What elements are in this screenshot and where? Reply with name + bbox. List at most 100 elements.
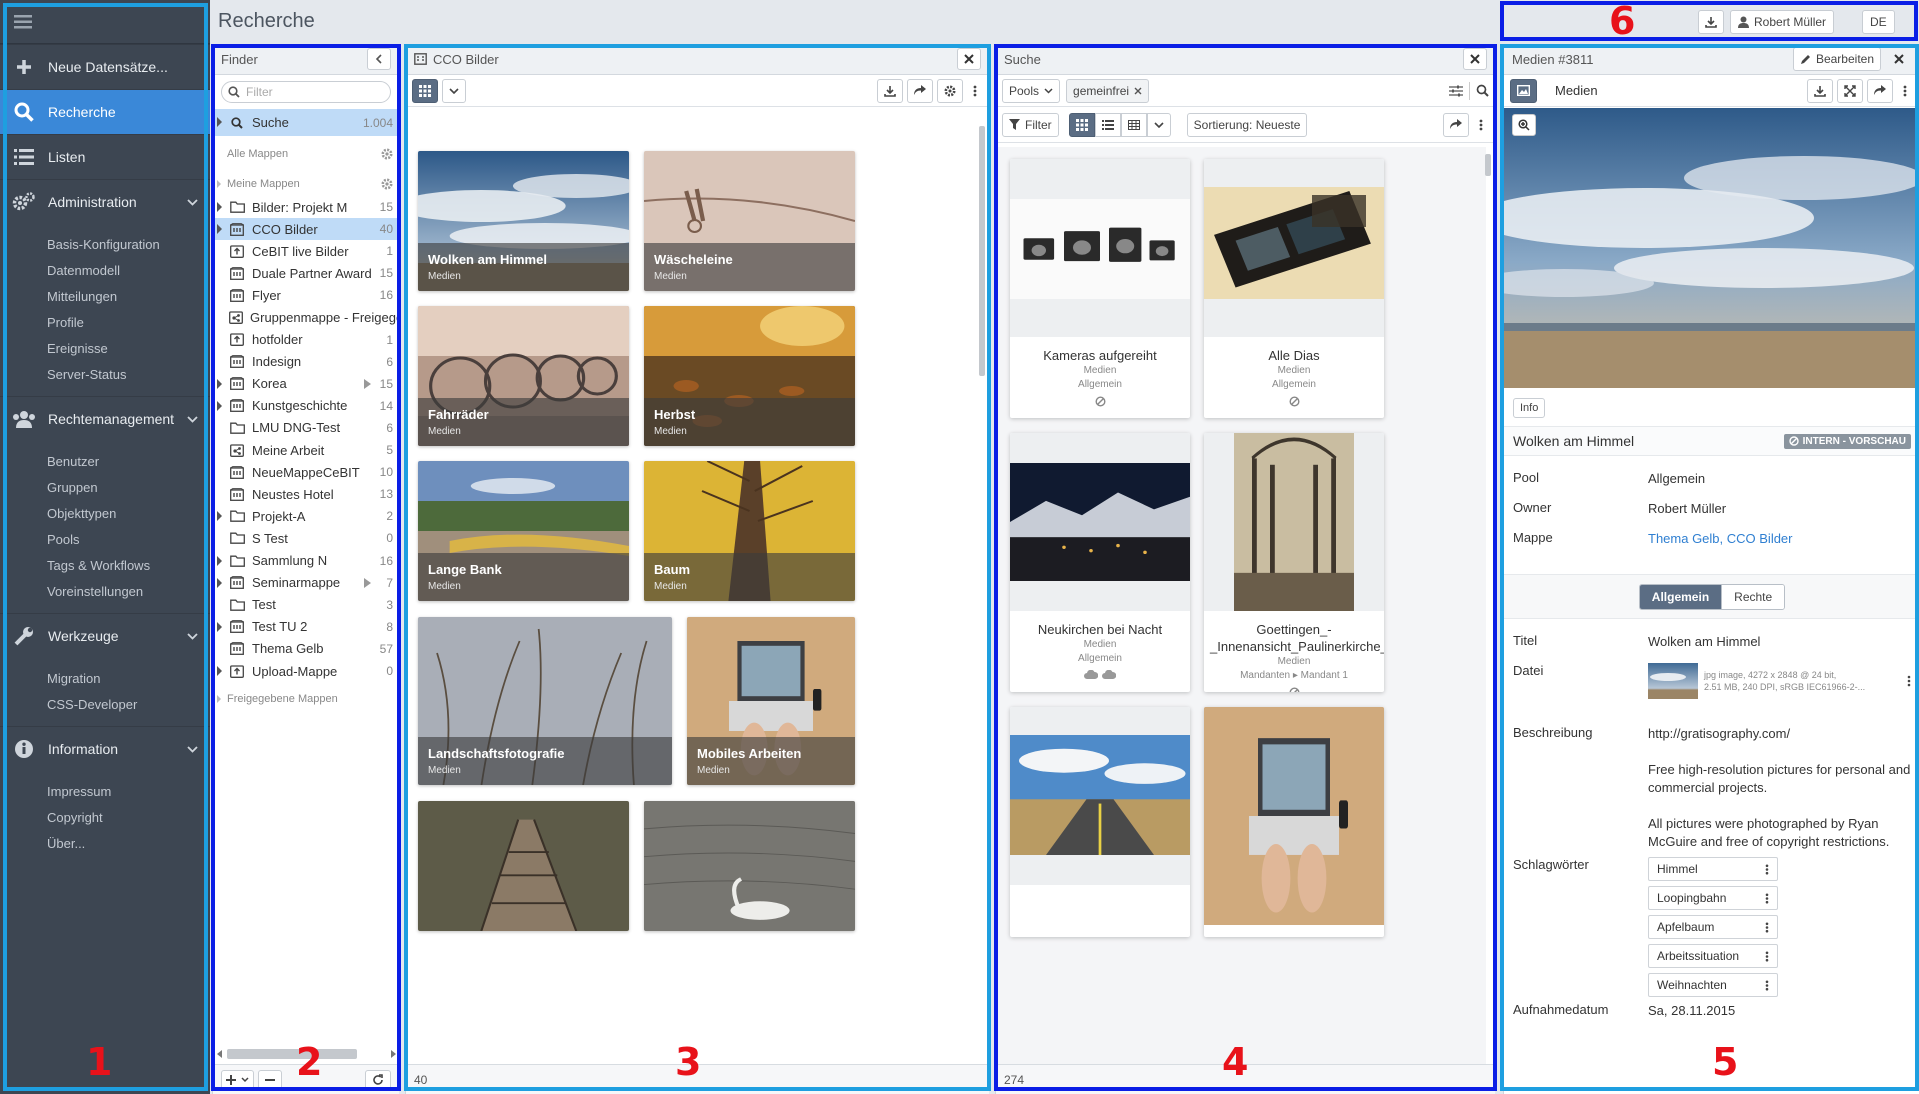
collection-tile[interactable]: Mobiles Arbeiten Medien bbox=[687, 617, 855, 785]
search-result-card[interactable]: Goettingen_-_Innenansicht_Paulinerkirche… bbox=[1204, 433, 1384, 692]
nav-subitem[interactable]: Copyright bbox=[0, 805, 210, 831]
finder-folder-row[interactable]: Seminarmappe 7 bbox=[213, 572, 399, 594]
nav-item-information[interactable]: Information bbox=[0, 726, 210, 771]
refresh-button[interactable] bbox=[365, 1069, 391, 1090]
search-icon[interactable] bbox=[1476, 84, 1489, 97]
finder-folder-row[interactable]: Upload-Mappe 0 bbox=[213, 660, 399, 682]
nav-subitem[interactable]: Datenmodell bbox=[0, 258, 210, 284]
finder-folder-row[interactable]: CeBIT live Bilder 1 bbox=[213, 240, 399, 262]
finder-folder-row[interactable]: Test 3 bbox=[213, 594, 399, 616]
search-result-card[interactable] bbox=[1204, 707, 1384, 937]
nav-item-werkzeuge[interactable]: Werkzeuge bbox=[0, 613, 210, 658]
nav-subitem[interactable]: CSS-Developer bbox=[0, 692, 210, 718]
nav-item-administration[interactable]: Administration bbox=[0, 179, 210, 224]
sliders-icon[interactable] bbox=[1449, 85, 1463, 97]
section-shared-folders[interactable]: Freigegebene Mappen bbox=[213, 682, 399, 716]
search-chip[interactable]: gemeinfrei bbox=[1066, 78, 1150, 103]
view-options-button[interactable] bbox=[1146, 112, 1171, 137]
collection-tile[interactable]: Wäscheleine Medien bbox=[644, 151, 855, 291]
grid-view-button[interactable] bbox=[412, 78, 438, 103]
submenu-arrow-icon[interactable] bbox=[364, 577, 371, 588]
close-button[interactable] bbox=[1463, 48, 1487, 70]
scrollbar-thumb[interactable] bbox=[1485, 154, 1491, 176]
gear-icon[interactable] bbox=[381, 178, 393, 190]
finder-folder-row[interactable]: Neustes Hotel 13 bbox=[213, 483, 399, 505]
nav-subitem[interactable]: Mitteilungen bbox=[0, 284, 210, 310]
kebab-icon[interactable] bbox=[1907, 675, 1911, 687]
scrollbar-thumb[interactable] bbox=[227, 1049, 357, 1059]
search-result-card[interactable]: Neukirchen bei Nacht Medien Allgemein bbox=[1010, 433, 1190, 692]
search-input[interactable] bbox=[1155, 79, 1443, 103]
finder-folder-row[interactable]: Projekt-A 2 bbox=[213, 505, 399, 527]
kebab-icon[interactable] bbox=[1765, 864, 1769, 875]
collection-scrollbar[interactable] bbox=[978, 116, 986, 1054]
share-button[interactable] bbox=[1867, 78, 1893, 103]
language-button[interactable]: DE bbox=[1862, 10, 1895, 34]
finder-folder-row[interactable]: Duale Partner Award 15 bbox=[213, 262, 399, 284]
tab-rights[interactable]: Rechte bbox=[1721, 584, 1785, 609]
kebab-icon[interactable] bbox=[1765, 893, 1769, 904]
collection-tile[interactable]: Herbst Medien bbox=[644, 306, 855, 446]
close-button[interactable] bbox=[1887, 48, 1911, 70]
collection-tile[interactable] bbox=[418, 801, 629, 931]
nav-subitem[interactable]: Benutzer bbox=[0, 449, 210, 475]
finder-folder-row[interactable]: LMU DNG-Test 6 bbox=[213, 417, 399, 439]
download-button[interactable] bbox=[1698, 10, 1724, 34]
kebab-icon[interactable] bbox=[1765, 980, 1769, 991]
tab-general[interactable]: Allgemein bbox=[1639, 584, 1722, 609]
nav-subitem[interactable]: Ereignisse bbox=[0, 336, 210, 362]
nav-subitem[interactable]: Profile bbox=[0, 310, 210, 336]
finder-folder-row[interactable]: Indesign 6 bbox=[213, 351, 399, 373]
finder-folder-row[interactable]: NeueMappeCeBIT 10 bbox=[213, 461, 399, 483]
finder-folder-row[interactable]: Test TU 2 8 bbox=[213, 616, 399, 638]
nav-subitem[interactable]: Über... bbox=[0, 831, 210, 857]
finder-folder-row[interactable]: Korea 15 bbox=[213, 373, 399, 395]
grid-view-button[interactable] bbox=[1068, 112, 1095, 137]
menu-toggle-button[interactable] bbox=[0, 0, 210, 44]
nav-item-listen[interactable]: Listen bbox=[0, 134, 210, 179]
finder-folder-row[interactable]: Gruppenmappe - Freigegeben bbox=[213, 306, 399, 328]
table-view-button[interactable] bbox=[1120, 112, 1147, 137]
close-button[interactable] bbox=[957, 48, 981, 70]
finder-folder-row[interactable]: CCO Bilder 40 bbox=[213, 218, 399, 241]
file-value[interactable]: jpg image, 4272 x 2848 @ 24 bit, 2.51 MB… bbox=[1648, 663, 1911, 699]
download-button[interactable] bbox=[1807, 78, 1833, 103]
add-folder-button[interactable] bbox=[221, 1069, 254, 1090]
finder-folder-row[interactable]: hotfolder 1 bbox=[213, 329, 399, 351]
tag-chip[interactable]: Himmel bbox=[1648, 857, 1778, 881]
nav-subitem[interactable]: Impressum bbox=[0, 779, 210, 805]
collapse-finder-button[interactable] bbox=[367, 48, 391, 70]
settings-button[interactable] bbox=[937, 78, 963, 103]
download-button[interactable] bbox=[877, 78, 903, 103]
finder-folder-row[interactable]: Bilder: Projekt M 15 bbox=[213, 196, 399, 218]
submenu-arrow-icon[interactable] bbox=[364, 378, 371, 389]
nav-subitem[interactable]: Pools bbox=[0, 527, 210, 553]
nav-subitem[interactable]: Migration bbox=[0, 666, 210, 692]
collection-tile[interactable]: Fahrräder Medien bbox=[418, 306, 629, 446]
edit-button[interactable]: Bearbeiten bbox=[1792, 47, 1881, 71]
finder-folder-row[interactable]: S Test 0 bbox=[213, 527, 399, 549]
user-menu-button[interactable]: Robert Müller bbox=[1730, 10, 1835, 34]
collection-tile[interactable]: Wolken am Himmel Medien bbox=[418, 151, 629, 291]
finder-folder-row[interactable]: Thema Gelb 57 bbox=[213, 638, 399, 660]
collection-tile[interactable]: Lange Bank Medien bbox=[418, 461, 629, 601]
nav-item-rechtemanagement[interactable]: Rechtemanagement bbox=[0, 396, 210, 441]
view-options-button[interactable] bbox=[442, 78, 466, 103]
filter-button[interactable]: Filter bbox=[1002, 112, 1059, 137]
remove-folder-button[interactable] bbox=[258, 1069, 282, 1090]
nav-subitem[interactable]: Server-Status bbox=[0, 362, 210, 388]
kebab-icon[interactable] bbox=[1765, 922, 1769, 933]
search-scrollbar[interactable] bbox=[1484, 152, 1492, 1058]
search-result-card[interactable]: Kameras aufgereiht Medien Allgemein bbox=[1010, 159, 1190, 418]
finder-folder-row[interactable]: Meine Arbeit 5 bbox=[213, 439, 399, 461]
finder-filter-input[interactable]: Filter bbox=[221, 81, 391, 103]
zoom-button[interactable] bbox=[1512, 114, 1536, 136]
tag-chip[interactable]: Loopingbahn bbox=[1648, 886, 1778, 910]
info-button[interactable]: Info bbox=[1513, 398, 1546, 418]
finder-search-row[interactable]: Suche 1.004 bbox=[213, 109, 399, 136]
nav-subitem[interactable]: Basis-Konfiguration bbox=[0, 232, 210, 258]
gear-icon[interactable] bbox=[381, 148, 393, 160]
scrollbar-thumb[interactable] bbox=[979, 126, 985, 376]
finder-folder-row[interactable]: Sammlung N 16 bbox=[213, 550, 399, 572]
finder-folder-row[interactable]: Kunstgeschichte 14 bbox=[213, 395, 399, 417]
